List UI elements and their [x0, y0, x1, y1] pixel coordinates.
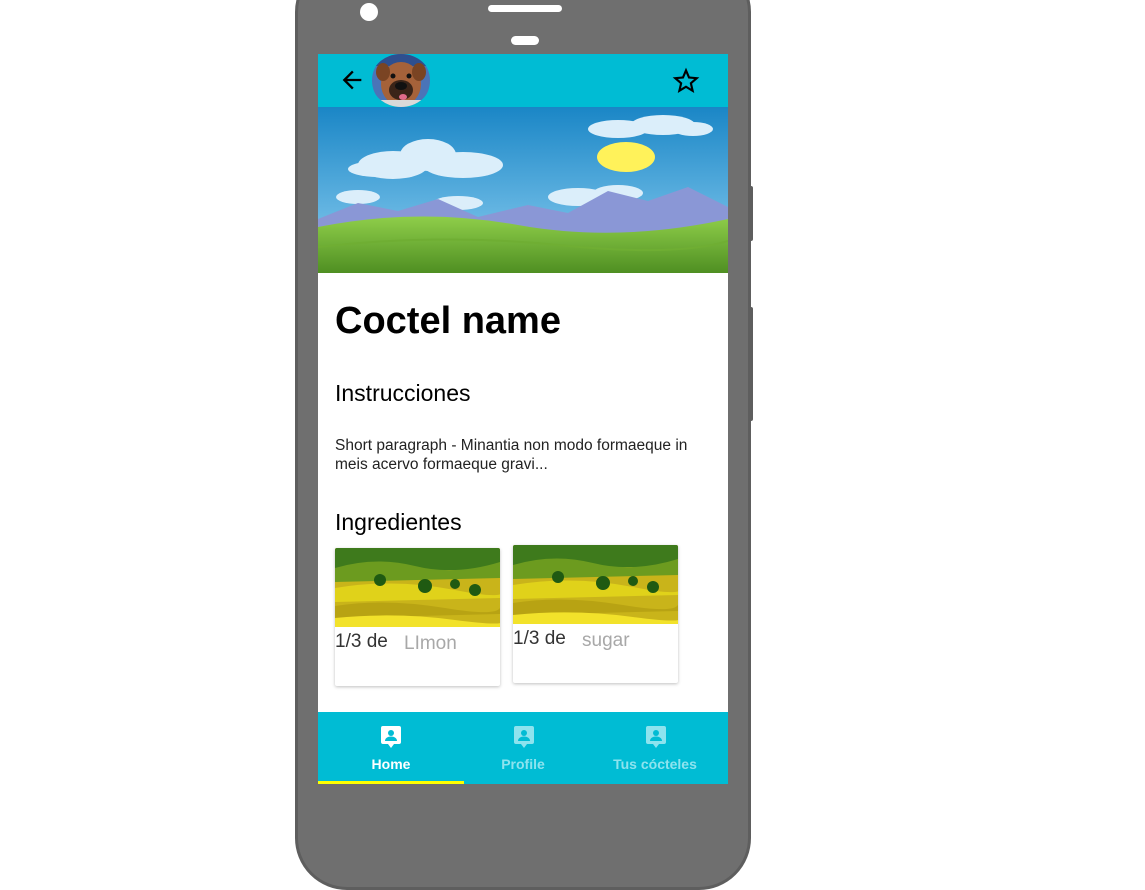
avatar[interactable] — [371, 54, 431, 107]
ingredients-heading: Ingredientes — [335, 509, 462, 535]
app-screen: Coctel name Instrucciones Short paragrap… — [318, 54, 728, 784]
ingredient-name: LImon — [404, 633, 457, 654]
star-outline-icon[interactable] — [670, 65, 702, 97]
tab-label: Home — [371, 756, 411, 772]
ingredient-quantity: 1/3 de — [513, 628, 566, 649]
ingredient-card[interactable]: 1/3 de LImon — [335, 548, 500, 686]
cocktail-hero-image — [318, 107, 728, 273]
ingredient-image — [335, 548, 500, 627]
app-bar — [318, 54, 728, 107]
tab-label: Tus cócteles — [613, 756, 697, 772]
ingredient-name: sugar — [582, 630, 630, 651]
ingredient-quantity: 1/3 de — [335, 631, 388, 652]
page-title: Coctel name — [335, 300, 561, 342]
active-tab-indicator — [318, 781, 464, 784]
earpiece-speaker — [488, 5, 562, 12]
proximity-sensor — [511, 36, 539, 45]
front-camera — [360, 3, 378, 21]
tab-home[interactable]: Home — [318, 712, 464, 784]
bottom-navigation: Home Profile Tus cócteles — [318, 712, 728, 784]
tab-profile[interactable]: Profile — [450, 712, 596, 784]
instructions-text: Short paragraph - Minantia non modo form… — [335, 437, 688, 473]
contact-badge-icon — [646, 726, 666, 748]
ingredient-card[interactable]: 1/3 de sugar — [513, 545, 678, 683]
instructions-heading: Instrucciones — [335, 380, 471, 406]
tab-label: Profile — [501, 756, 545, 772]
power-button — [748, 186, 753, 241]
contact-badge-icon — [514, 726, 534, 748]
tab-tus-cocteles[interactable]: Tus cócteles — [582, 712, 728, 784]
contact-badge-icon — [381, 726, 401, 748]
ingredient-image — [513, 545, 678, 624]
volume-button — [748, 307, 753, 421]
arrow-left-icon[interactable] — [338, 66, 366, 94]
